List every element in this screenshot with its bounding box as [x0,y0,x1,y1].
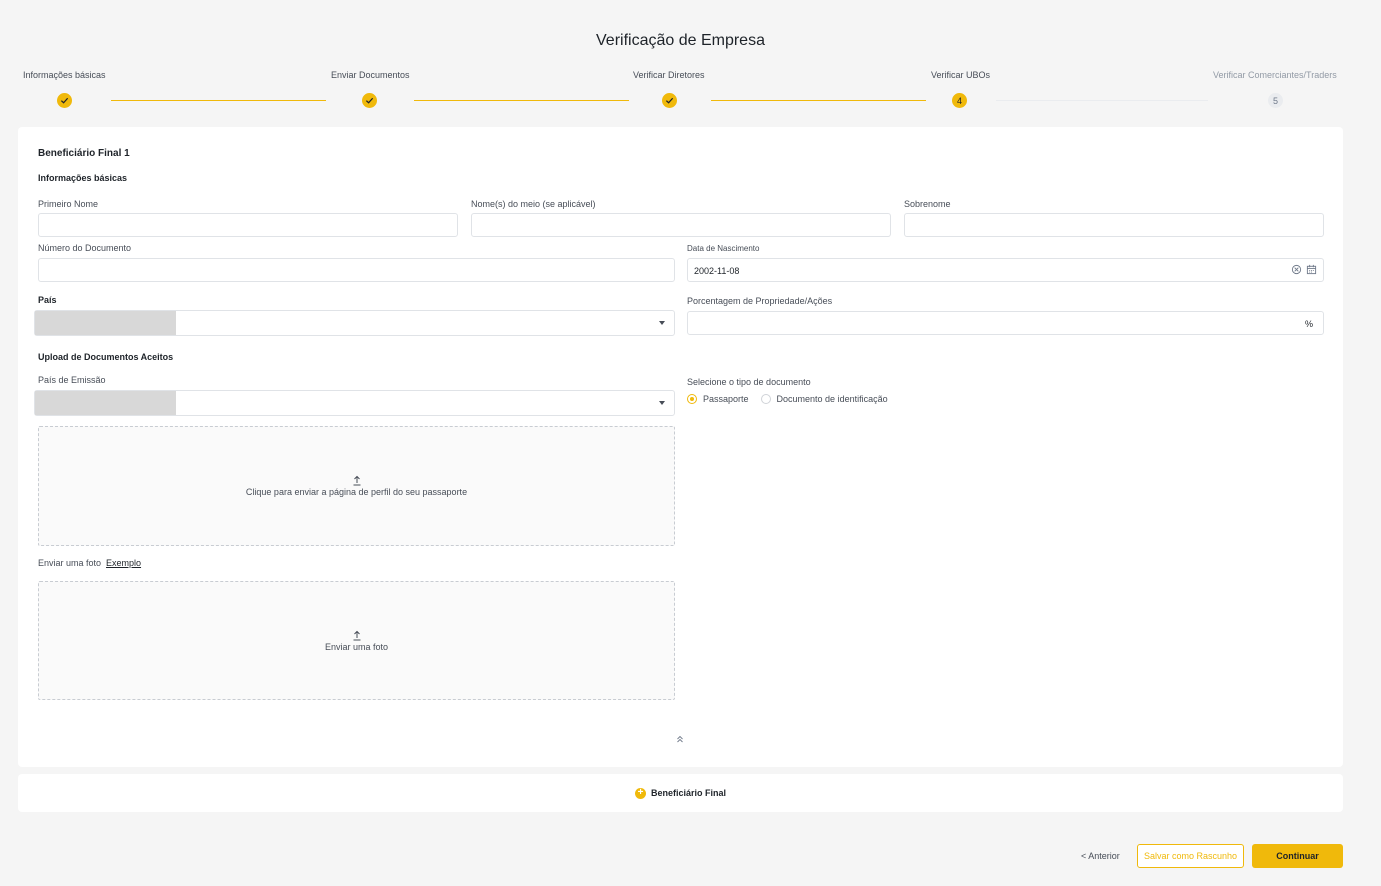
birth-date-input[interactable]: 2002-11-08 [687,258,1324,282]
step-label-basic-info: Informações básicas [23,70,106,80]
issuing-country-label: País de Emissão [38,375,106,385]
photo-upload-text: Enviar uma foto [324,641,389,652]
birth-date-label: Data de Nascimento [687,244,760,253]
photo-upload-area[interactable]: Enviar uma foto [38,581,675,700]
add-owner-label: Beneficiário Final [650,788,727,798]
radio-passport-indicator[interactable] [687,394,697,404]
middle-name-input[interactable] [471,213,891,237]
add-owner-button[interactable]: + Beneficiário Final [18,774,1343,812]
last-name-input[interactable] [904,213,1324,237]
doc-type-radio-group: Passaporte Documento de identificação [687,394,888,404]
clear-icon[interactable] [1291,264,1302,275]
radio-passport[interactable]: Passaporte [687,394,749,404]
step-label-traders: Verificar Comerciantes/Traders [1213,70,1337,80]
passport-upload-text: Clique para enviar a página de perfil do… [245,487,468,497]
first-name-label: Primeiro Nome [38,199,99,209]
country-select[interactable] [34,310,675,336]
save-draft-button[interactable]: Salvar como Rascunho [1137,844,1244,868]
radio-passport-label: Passaporte [703,394,749,404]
issuing-country-select[interactable] [34,390,675,416]
passport-upload-area[interactable]: Clique para enviar a página de perfil do… [38,426,675,546]
photo-label-row: Enviar uma foto Exemplo [38,558,141,568]
radio-id-document-label: Documento de identificação [776,394,888,404]
photo-label: Enviar uma foto [38,558,102,568]
step-3-done-check-icon [662,93,677,108]
issuing-country-select-value [35,391,176,415]
owner-title: Beneficiário Final 1 [38,148,130,159]
document-number-label: Número do Documento [38,243,132,253]
step-label-ubos: Verificar UBOs [931,70,991,80]
middle-name-label: Nome(s) do meio (se aplicável) [471,199,596,209]
percent-suffix: % [1304,319,1313,329]
step-connector-pending [996,100,1208,101]
calendar-icon[interactable] [1306,264,1317,275]
last-name-label: Sobrenome [904,199,951,209]
upload-icon [353,630,360,640]
basic-info-heading: Informações básicas [38,173,128,183]
step-label-documents: Enviar Documentos [331,70,410,80]
back-button[interactable]: < Anterior [1081,851,1120,861]
ownership-label: Porcentagem de Propriedade/Ações [687,296,833,306]
chevron-down-icon [659,401,665,405]
step-connector [414,100,629,101]
upload-heading: Upload de Documentos Aceitos [38,352,174,362]
first-name-input[interactable] [38,213,458,237]
plus-icon: + [634,787,646,799]
document-number-input[interactable] [38,258,675,282]
step-2-done-check-icon [362,93,377,108]
photo-example-link[interactable]: Exemplo [106,558,141,568]
country-label: País [38,295,57,305]
owner-form-card: Beneficiário Final 1 Informações básicas… [18,127,1343,767]
doc-type-label: Selecione o tipo de documento [687,377,811,387]
birth-date-value: 2002-11-08 [694,266,740,276]
chevron-down-icon [659,321,665,325]
radio-id-document-indicator[interactable] [760,394,771,404]
step-1-done-check-icon [57,93,72,108]
ownership-input[interactable]: % [687,311,1324,335]
collapse-up-icon[interactable] [676,735,684,743]
step-4-current: 4 [952,93,967,108]
radio-id-document[interactable]: Documento de identificação [760,394,888,404]
upload-icon [353,475,360,486]
continue-button[interactable]: Continuar [1252,844,1343,868]
step-connector [111,100,326,101]
step-5-pending: 5 [1268,93,1283,108]
page-title: Verificação de Empresa [596,32,765,49]
step-connector [711,100,926,101]
country-select-value [35,311,176,335]
step-label-directors: Verificar Diretores [633,70,705,80]
